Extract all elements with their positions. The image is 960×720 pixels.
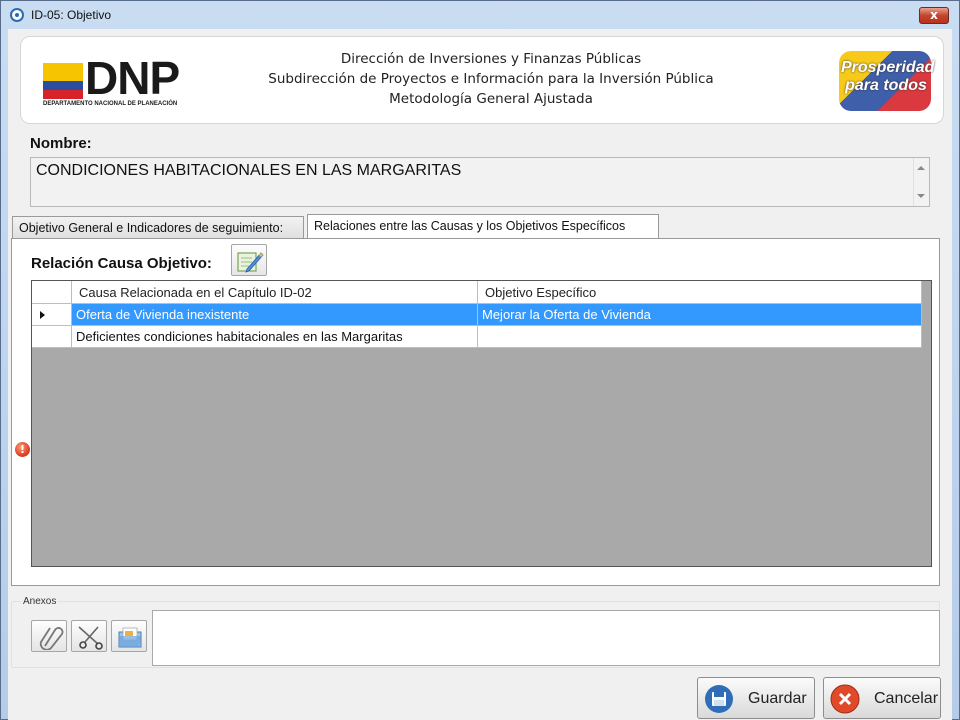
table-row[interactable]: Oferta de Vivienda inexistente Mejorar l…	[32, 304, 922, 326]
cell-objetivo[interactable]	[478, 326, 922, 348]
cancel-label: Cancelar	[874, 690, 939, 707]
cell-causa[interactable]: Oferta de Vivienda inexistente	[72, 304, 478, 326]
grid-header: Causa Relacionada en el Capítulo ID-02 O…	[32, 281, 922, 304]
save-button[interactable]: Guardar	[697, 677, 815, 719]
logo-subtitle: DEPARTAMENTO NACIONAL DE PLANEACIÓN	[43, 101, 178, 107]
folder-icon	[118, 627, 142, 648]
table-row[interactable]: Deficientes condiciones habitacionales e…	[32, 326, 922, 348]
tab-relaciones[interactable]: Relaciones entre las Causas y los Objeti…	[307, 214, 659, 240]
header-banner: DNP DEPARTAMENTO NACIONAL DE PLANEACIÓN …	[20, 36, 944, 124]
edit-relation-button[interactable]	[231, 244, 267, 276]
edit-icon	[237, 252, 264, 273]
dialog-window: ID-05: Objetivo x DNP DEPARTAMENTO NACIO…	[0, 0, 960, 720]
tab-panel-relaciones: Relación Causa Objetivo: Causa Relaciona…	[11, 238, 940, 586]
window-title: ID-05: Objetivo	[31, 8, 112, 22]
error-icon: !	[15, 442, 30, 457]
app-icon	[10, 8, 24, 22]
open-attachment-button[interactable]	[111, 620, 147, 652]
slogan-text: Prosperidad para todos	[841, 59, 935, 95]
scroll-up-icon[interactable]	[917, 166, 925, 170]
cell-objetivo[interactable]: Mejorar la Oferta de Vivienda	[478, 304, 922, 326]
nombre-field[interactable]: CONDICIONES HABITACIONALES EN LAS MARGAR…	[30, 157, 930, 207]
paperclip-icon	[39, 627, 64, 650]
slogan-line-1: Prosperidad	[841, 59, 935, 76]
tab-objetivo-general[interactable]: Objetivo General e Indicadores de seguim…	[12, 216, 304, 240]
logo-text: DNP	[85, 52, 180, 104]
column-header-causa[interactable]: Causa Relacionada en el Capítulo ID-02	[72, 281, 478, 304]
grid-corner-header	[32, 281, 72, 304]
banner-line-1: Dirección de Inversiones y Finanzas Públ…	[340, 51, 642, 67]
banner-line-2: Subdirección de Proyectos e Información …	[268, 71, 714, 87]
column-header-objetivo[interactable]: Objetivo Específico	[478, 281, 922, 304]
anexos-label: Anexos	[21, 596, 59, 607]
relation-grid[interactable]: Causa Relacionada en el Capítulo ID-02 O…	[31, 280, 932, 567]
cancel-icon	[830, 684, 860, 714]
cut-button[interactable]	[71, 620, 107, 652]
row-header[interactable]	[32, 326, 72, 348]
banner-heading: Dirección de Inversiones y Finanzas Públ…	[221, 49, 761, 109]
dnp-logo: DNP DEPARTAMENTO NACIONAL DE PLANEACIÓN	[43, 52, 183, 111]
anexos-list[interactable]	[152, 610, 940, 666]
relacion-label: Relación Causa Objetivo:	[31, 255, 212, 272]
nombre-value: CONDICIONES HABITACIONALES EN LAS MARGAR…	[36, 162, 462, 179]
save-label: Guardar	[748, 690, 807, 707]
attach-button[interactable]	[31, 620, 67, 652]
anexos-group: Anexos	[11, 596, 940, 668]
slogan-line-2: para todos	[845, 77, 927, 94]
cancel-button[interactable]: Cancelar	[823, 677, 941, 719]
close-button[interactable]: x	[919, 7, 949, 24]
nombre-label: Nombre:	[30, 135, 92, 152]
save-icon	[705, 685, 733, 713]
title-bar[interactable]: ID-05: Objetivo x	[1, 1, 959, 29]
scissors-icon	[78, 626, 103, 650]
scroll-down-icon[interactable]	[917, 194, 925, 198]
nombre-scrollbar[interactable]	[913, 158, 929, 206]
cell-causa[interactable]: Deficientes condiciones habitacionales e…	[72, 326, 478, 348]
row-header[interactable]	[32, 304, 72, 326]
current-row-icon	[40, 311, 45, 319]
colombia-flag-icon	[43, 63, 83, 99]
banner-line-3: Metodología General Ajustada	[389, 91, 593, 107]
prosperidad-logo: Prosperidad para todos	[839, 51, 935, 111]
client-area: DNP DEPARTAMENTO NACIONAL DE PLANEACIÓN …	[8, 29, 952, 720]
